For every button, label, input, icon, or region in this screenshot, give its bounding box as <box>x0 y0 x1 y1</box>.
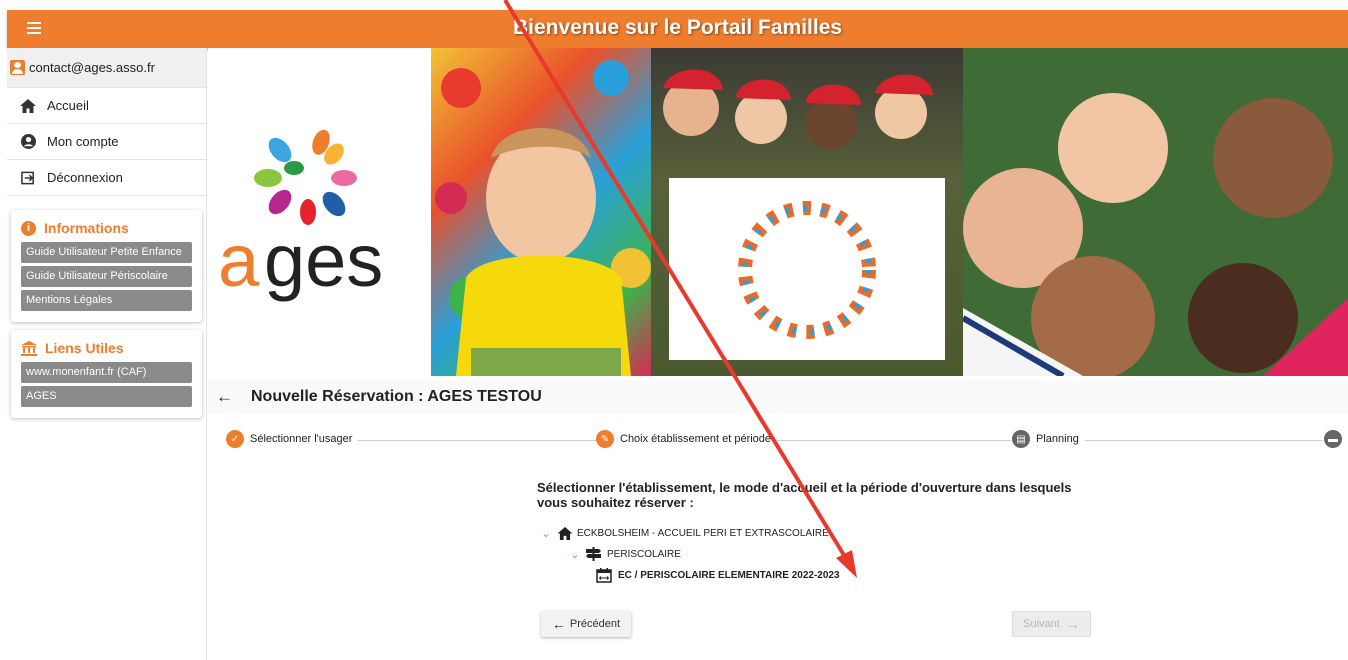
link-guide-petite-enfance[interactable]: Guide Utilisateur Petite Enfance <box>21 242 192 263</box>
sidebar-item-mon-compte[interactable]: Mon compte <box>7 124 206 160</box>
summary-icon: ▬ <box>1324 430 1342 448</box>
previous-button-label: Précédent <box>569 618 621 630</box>
step-choose-establishment[interactable]: ✎ Choix établissement et période <box>596 430 778 448</box>
sidebar-item-label: Mon compte <box>47 134 119 149</box>
previous-button[interactable]: ← Précédent <box>541 611 631 637</box>
banner-photo-toddler <box>431 48 651 376</box>
chevron-down-icon[interactable]: ⌄ <box>570 548 580 561</box>
instruction-text: Sélectionner l'établissement, le mode d'… <box>537 480 1072 510</box>
top-bar: Bienvenue sur le Portail Familles <box>7 10 1348 48</box>
banner: a ges <box>208 48 1348 376</box>
liens-utiles-heading: Liens Utiles <box>21 340 192 356</box>
arrow-right-icon: → <box>1065 616 1080 632</box>
tree-item-mode[interactable]: ⌄ PERISCOLAIRE <box>570 547 681 561</box>
home-icon <box>19 98 37 114</box>
institution-icon <box>21 340 37 356</box>
home-icon <box>557 527 573 540</box>
reservation-stepper: ✓ Sélectionner l'usager ✎ Choix établiss… <box>222 426 1348 454</box>
logo-letters-ges: ges <box>264 219 383 302</box>
step-label: Planning <box>1036 433 1079 445</box>
informations-panel: i Informations Guide Utilisateur Petite … <box>11 210 202 322</box>
app-title: Bienvenue sur le Portail Familles <box>512 16 843 39</box>
step-label: Choix établissement et période <box>620 433 772 445</box>
arrow-left-icon: ← <box>551 616 566 632</box>
mode-label: PERISCOLAIRE <box>607 548 681 560</box>
signpost-icon <box>586 547 601 561</box>
step-select-user[interactable]: ✓ Sélectionner l'usager <box>226 430 359 448</box>
calendar-icon: ▤ <box>1012 430 1030 448</box>
stepper-line <box>767 440 1011 441</box>
sidebar-item-label: Déconnexion <box>47 170 123 185</box>
ages-logo: a ges <box>208 48 431 376</box>
liens-utiles-title: Liens Utiles <box>45 340 124 356</box>
link-mentions-legales[interactable]: Mentions Légales <box>21 290 192 311</box>
logo-letter-a: a <box>218 219 260 302</box>
page-title: Nouvelle Réservation : AGES TESTOU <box>251 388 542 405</box>
calendar-range-icon <box>596 568 612 583</box>
sidebar: contact@ages.asso.fr Accueil Mon compte … <box>7 48 207 660</box>
period-label: EC / PERISCOLAIRE ELEMENTAIRE 2022-2023 <box>618 570 840 581</box>
next-button-label: Suivant <box>1023 618 1060 630</box>
liens-utiles-panel: Liens Utiles www.monenfant.fr (CAF) AGES <box>11 330 202 418</box>
next-button[interactable]: Suivant → <box>1012 611 1091 637</box>
banner-photo-children-drawing <box>651 48 963 376</box>
account-icon <box>19 134 37 150</box>
stepper-line <box>352 440 596 441</box>
informations-heading: i Informations <box>21 220 192 236</box>
step-planning[interactable]: ▤ Planning <box>1012 430 1085 448</box>
sidebar-item-label: Accueil <box>47 98 89 113</box>
informations-title: Informations <box>44 220 129 236</box>
tree-item-establishment[interactable]: ⌄ ECKBOLSHEIM - ACCUEIL PERI ET EXTRASCO… <box>541 527 829 540</box>
sidebar-item-deconnexion[interactable]: Déconnexion <box>7 160 206 196</box>
user-account-row: contact@ages.asso.fr <box>7 48 206 88</box>
check-icon: ✓ <box>226 430 244 448</box>
step-summary[interactable]: ▬ <box>1324 430 1348 448</box>
link-ages[interactable]: AGES <box>21 386 192 407</box>
link-guide-periscolaire[interactable]: Guide Utilisateur Périscolaire <box>21 266 192 287</box>
link-monenfant[interactable]: www.monenfant.fr (CAF) <box>21 362 192 383</box>
sidebar-item-accueil[interactable]: Accueil <box>7 88 206 124</box>
logout-icon <box>19 170 37 186</box>
user-icon <box>10 60 25 75</box>
back-arrow-icon[interactable]: ← <box>216 387 233 407</box>
user-email: contact@ages.asso.fr <box>29 60 155 75</box>
pencil-icon: ✎ <box>596 430 614 448</box>
step-label: Sélectionner l'usager <box>250 433 353 445</box>
establishment-label: ECKBOLSHEIM - ACCUEIL PERI ET EXTRASCOLA… <box>577 528 829 539</box>
page-header: ← Nouvelle Réservation : AGES TESTOU <box>208 380 1348 414</box>
chevron-down-icon[interactable]: ⌄ <box>541 527 551 540</box>
stepper-line <box>1082 440 1322 441</box>
info-icon: i <box>21 220 36 236</box>
tree-item-period[interactable]: EC / PERISCOLAIRE ELEMENTAIRE 2022-2023 <box>596 568 840 583</box>
banner-photo-children-circle <box>963 48 1348 376</box>
